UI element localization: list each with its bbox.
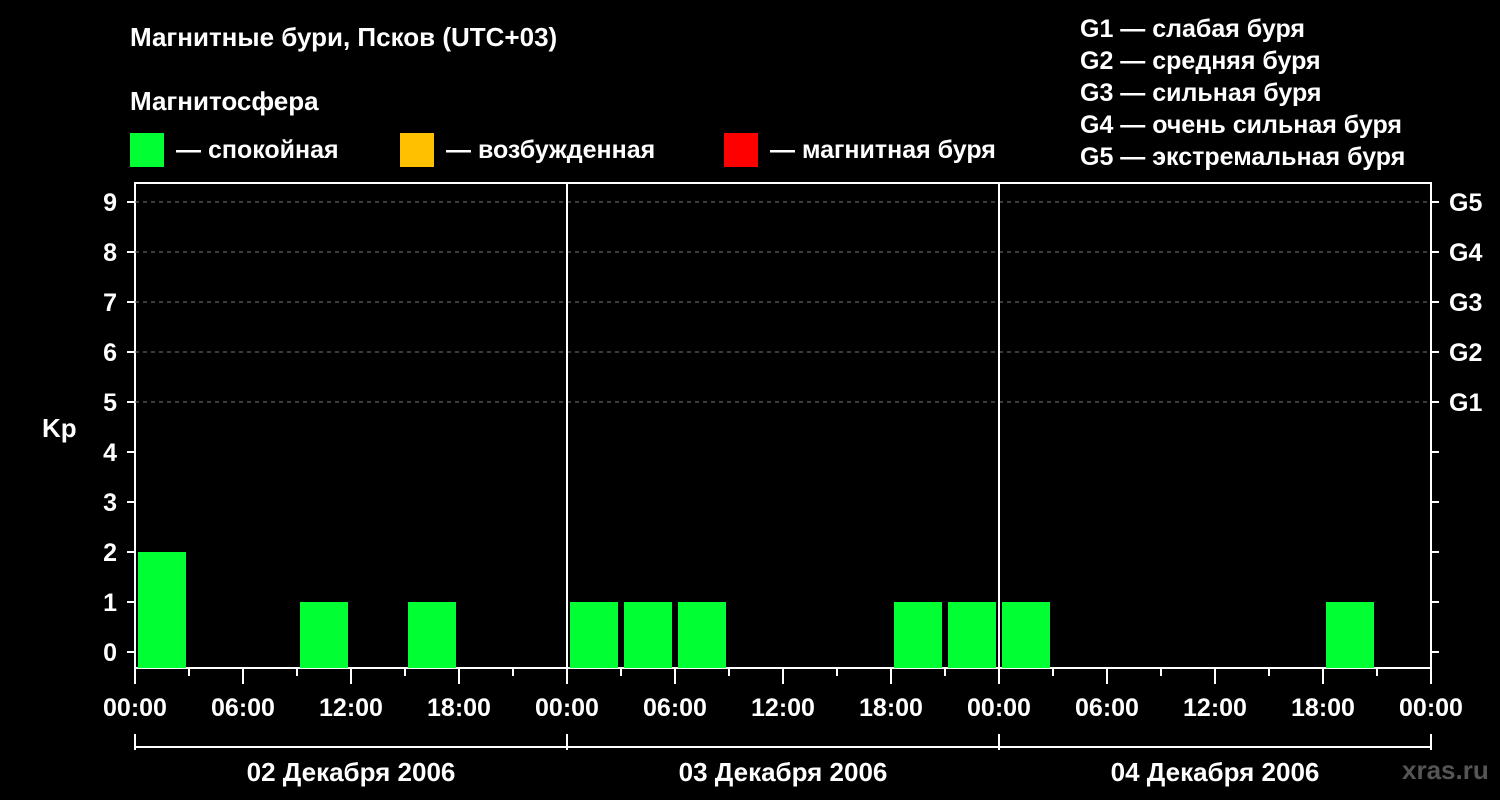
g-level-label: G3 [1449, 289, 1482, 317]
x-tick-label: 12:00 [751, 694, 815, 722]
x-tick-label: 18:00 [427, 694, 491, 722]
x-tick-label: 00:00 [535, 694, 599, 722]
y-tick-label: 5 [103, 389, 117, 417]
g-level-label: G1 [1449, 389, 1482, 417]
x-tick-label: 00:00 [103, 694, 167, 722]
x-tick-label: 12:00 [1183, 694, 1247, 722]
x-tick-label: 00:00 [1399, 694, 1463, 722]
y-tick-label: 2 [103, 539, 117, 567]
y-tick-label: 6 [103, 339, 117, 367]
y-tick-label: 9 [103, 189, 117, 217]
y-tick-label: 7 [103, 289, 117, 317]
kp-bar [948, 602, 996, 668]
y-tick-label: 8 [103, 239, 117, 267]
kp-chart: 0 1 2 3 4 5 6 7 8 9 G1 G2 G3 G4 G5 Kp 00:00 06:00 12:00 18:… [42, 182, 1482, 787]
y-tick-label: 0 [103, 639, 117, 667]
x-tick-label: 06:00 [643, 694, 707, 722]
day-label: 02 Декабря 2006 [247, 757, 456, 787]
kp-bar [624, 602, 672, 668]
g-level-label: G5 [1449, 189, 1482, 217]
kp-bar [1326, 602, 1374, 668]
x-tick-label: 06:00 [1075, 694, 1139, 722]
kp-bar [1002, 602, 1050, 668]
y-tick-label: 3 [103, 489, 117, 517]
y-tick-label: 1 [103, 589, 117, 617]
watermark: xras.ru [1402, 755, 1489, 785]
kp-bar [570, 602, 618, 668]
x-tick-label: 12:00 [319, 694, 383, 722]
kp-bar [678, 602, 726, 668]
kp-bar [408, 602, 456, 668]
y-axis-label: Kp [42, 413, 77, 443]
x-tick-label: 06:00 [211, 694, 275, 722]
g-level-label: G2 [1449, 339, 1482, 367]
x-tick-label: 18:00 [1291, 694, 1355, 722]
plot-frame [134, 182, 1432, 669]
kp-bar [138, 552, 186, 668]
g-level-label: G4 [1449, 239, 1482, 267]
kp-bar [300, 602, 348, 668]
x-tick-label: 00:00 [967, 694, 1031, 722]
kp-bar [894, 602, 942, 668]
y-tick-label: 4 [103, 439, 117, 467]
day-label: 04 Декабря 2006 [1111, 757, 1320, 787]
day-label: 03 Декабря 2006 [679, 757, 888, 787]
x-tick-label: 18:00 [859, 694, 923, 722]
